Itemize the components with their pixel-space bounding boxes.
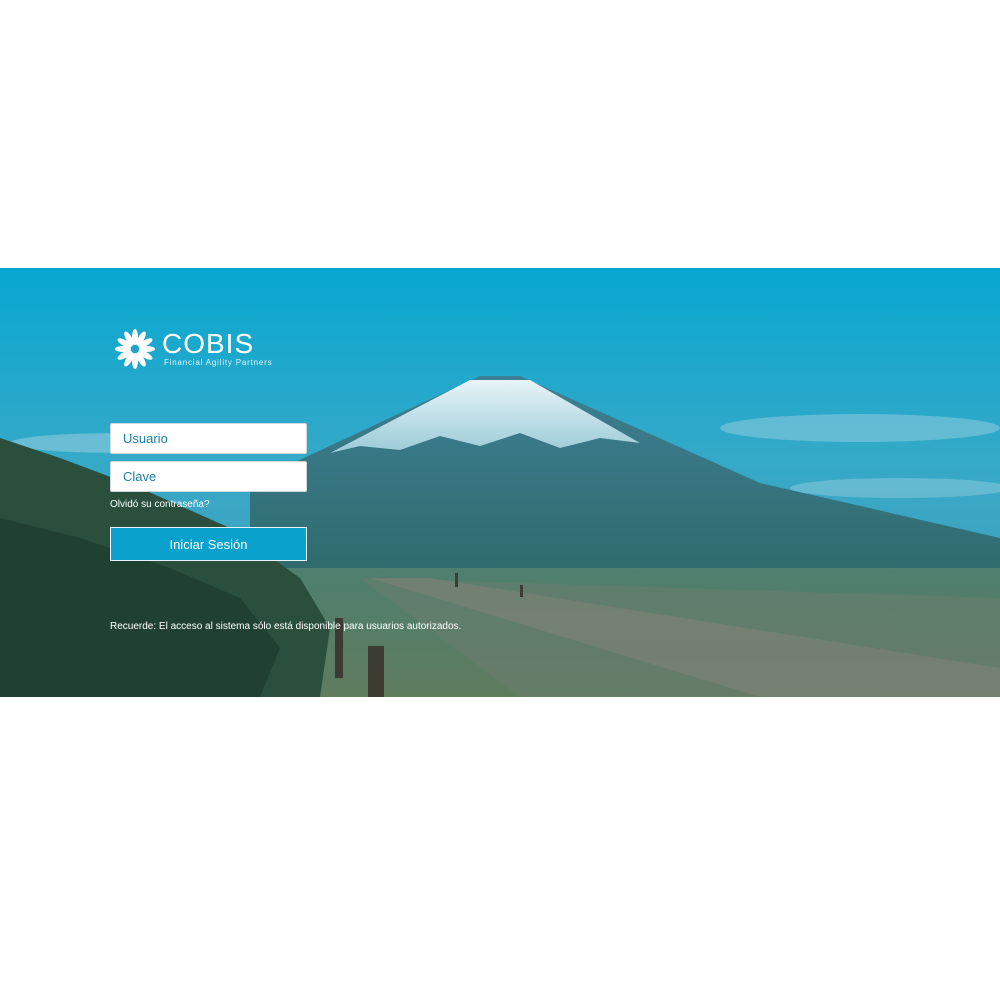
forgot-password-link[interactable]: Olvidó su contraseña?	[110, 499, 210, 510]
cobis-flower-logo-icon	[115, 329, 155, 369]
cobis-logo: COBIS Financial Agility Partners	[114, 328, 274, 372]
hero-background: COBIS Financial Agility Partners Olvidó …	[0, 268, 1000, 697]
login-button[interactable]: Iniciar Sesión	[110, 527, 307, 561]
brand-name: COBIS	[162, 328, 255, 359]
password-input[interactable]	[110, 461, 307, 492]
brand-tagline: Financial Agility Partners	[164, 358, 273, 367]
login-page: COBIS Financial Agility Partners Olvidó …	[0, 0, 1000, 1000]
username-input[interactable]	[110, 423, 307, 454]
access-notice: Recuerde: El acceso al sistema sólo está…	[110, 621, 462, 632]
